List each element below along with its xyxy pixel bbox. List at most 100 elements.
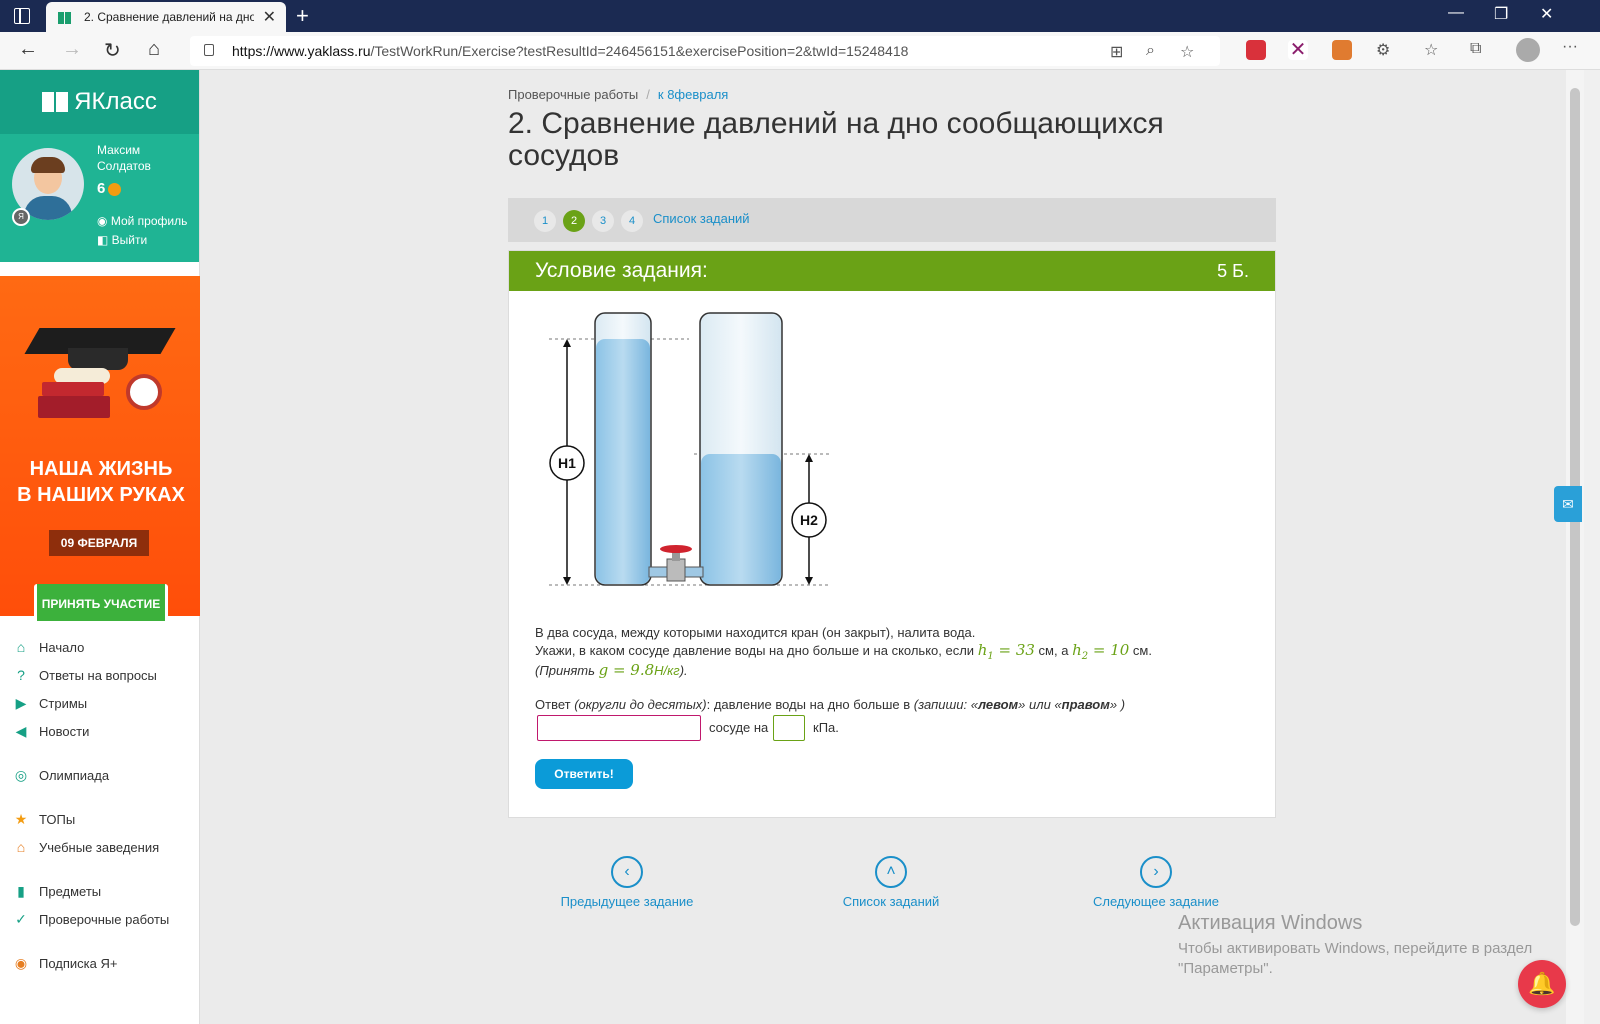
back-icon[interactable]: ← [18,38,38,61]
page-2[interactable]: 2 [563,210,585,232]
answer-prompt: Ответ (округли до десятых): давление вод… [535,697,1126,712]
megaphone-icon: ◀ [15,722,27,739]
breadcrumb-root[interactable]: Проверочные работы [508,87,638,102]
pressure-answer-input[interactable] [773,715,805,741]
sidebar-item-streams[interactable]: ▶ Стримы [12,694,88,712]
refresh-icon[interactable]: ↻ [104,38,121,63]
task-card: Условие задания: 5 Б. H1 H2 В два сосуда… [508,250,1276,818]
feedback-mail-icon[interactable]: ✉ [1554,486,1582,522]
restore-icon[interactable]: ❐ [1494,4,1508,24]
zoom-icon[interactable]: ⌕ [1146,42,1155,60]
chevron-left-icon[interactable]: ‹ [611,856,643,888]
submit-answer-button[interactable]: Ответить! [535,759,633,789]
task-text-line2: Укажи, в каком сосуде давление воды на д… [535,641,1152,662]
profile-avatar-icon[interactable] [1516,38,1540,62]
h2-formula: h2 = 10 [1072,641,1130,662]
adblock-extension-icon[interactable] [1246,40,1266,60]
h1-label: H1 [558,455,576,471]
sidebar-item-subscription[interactable]: ◉ Подписка Я+ [12,954,118,972]
windows-activation-watermark: Активация Windows Чтобы активировать Win… [1178,912,1533,977]
next-task-nav[interactable]: › Следующее задание [1066,856,1246,909]
tab-actions-icon[interactable] [14,8,30,24]
g-extension-icon[interactable] [1332,40,1352,60]
app-available-icon[interactable]: ⊞ [1110,42,1123,62]
breadcrumb-current[interactable]: к 8февраля [658,87,728,102]
address-toolbar: ← → ↻ ⌂ https://www.yaklass.ru/TestWorkR… [0,32,1600,70]
books-icon [38,396,110,418]
sidebar-item-home[interactable]: ⌂ Начало [12,638,85,656]
check-icon: ✓ [15,910,27,927]
book-logo-icon [42,92,69,112]
unit-label: кПа. [813,720,839,735]
user-score: 6 [97,180,122,197]
sidebar-item-answers[interactable]: ? Ответы на вопросы [12,666,157,684]
task-points: 5 Б. [1217,261,1249,281]
user-icon: ◉ [97,214,111,228]
close-tab-icon[interactable]: ✕ [263,7,276,27]
valve-body [666,558,686,582]
vessels-figure: H1 H2 [549,312,829,586]
breadcrumb: Проверочные работы / к 8февраля [508,87,729,102]
sidebar-item-schools[interactable]: ⌂ Учебные заведения [12,838,159,856]
promo-join-button[interactable]: ПРИНЯТЬ УЧАСТИЕ [34,584,168,624]
brand-logo[interactable]: ЯКласс [0,70,199,134]
task-header: Условие задания: 5 Б. [509,251,1275,291]
task-list-link[interactable]: Список заданий [653,211,750,226]
url-text[interactable]: https://www.yaklass.ru/TestWorkRun/Exerc… [232,43,908,59]
new-tab-icon[interactable]: + [296,3,309,29]
logout-icon: ◧ [97,233,112,247]
site-favicon-icon [58,11,72,24]
school-icon: ⌂ [16,839,26,855]
collections-icon[interactable]: ⧉ [1470,40,1481,58]
task-list-nav[interactable]: ˄ Список заданий [801,856,981,909]
score-star-icon [108,182,122,196]
question-icon: ? [17,667,25,683]
close-window-icon[interactable]: ✕ [1540,4,1553,24]
notification-bell-icon[interactable]: 🔔 [1518,960,1566,1008]
more-icon[interactable]: ··· [1562,38,1578,56]
browser-tab[interactable]: 2. Сравнение давлений на дно ✕ [46,2,286,32]
promo-date: 09 ФЕВРАЛЯ [49,530,149,556]
left-water [596,339,650,584]
chevron-right-icon[interactable]: › [1140,856,1172,888]
task-list-bottom-link[interactable]: Список заданий [801,894,981,909]
vessel-answer-input[interactable] [537,715,701,741]
page-4[interactable]: 4 [621,210,643,232]
sidebar-item-olympiad[interactable]: ◎ Олимпиада [12,766,109,784]
sidebar-item-news[interactable]: ◀ Новости [12,722,90,740]
prev-task-link[interactable]: Предыдущее задание [537,894,717,909]
forward-icon[interactable]: → [62,38,82,61]
vessel-label: сосуде на [709,720,769,735]
promo-banner[interactable]: НАША ЖИЗНЬ В НАШИХ РУКАХ 09 ФЕВРАЛЯ ПРИН… [0,276,202,624]
logout-link[interactable]: ◧ Выйти [97,233,147,247]
minimize-icon[interactable]: — [1448,4,1464,22]
user-name[interactable]: Максим Солдатов [97,142,151,174]
next-task-link[interactable]: Следующее задание [1066,894,1246,909]
alarm-clock-icon [126,374,162,410]
star-icon: ★ [14,810,28,827]
tab-title: 2. Сравнение давлений на дно [84,10,254,24]
sidebar-item-tops[interactable]: ★ ТОПы [12,810,75,828]
page-3[interactable]: 3 [592,210,614,232]
favorite-add-icon[interactable]: ☆ [1180,42,1194,62]
browser-tab-bar: 2. Сравнение давлений на дно ✕ + — ❐ ✕ [0,0,1600,32]
prev-task-nav[interactable]: ‹ Предыдущее задание [537,856,717,909]
home-icon[interactable]: ⌂ [148,38,160,61]
my-profile-link[interactable]: ◉ Мой профиль [97,214,187,228]
profile-panel: Я Максим Солдатов 6 ◉ Мой профиль ◧ Выйти [0,134,199,262]
lock-icon[interactable] [204,44,214,56]
promo-headline: НАША ЖИЗНЬ В НАШИХ РУКАХ [17,458,185,506]
g-formula: g = 9.8 [598,661,655,679]
right-water [701,454,781,584]
page-1[interactable]: 1 [534,210,556,232]
page-title: 2. Сравнение давлений на дно сообщающихс… [508,107,1164,172]
sidebar-item-subjects[interactable]: ▮ Предметы [12,882,101,900]
h1-formula: h1 = 33 [977,641,1035,662]
x-extension-icon[interactable]: ✕ [1288,40,1308,60]
sidebar-item-tests[interactable]: ✓ Проверочные работы [12,910,169,928]
extensions-icon[interactable]: ⚙ [1376,40,1390,60]
favorites-icon[interactable]: ☆ [1424,40,1438,60]
chevron-up-icon[interactable]: ˄ [875,856,907,888]
medal-icon: ◎ [14,766,28,783]
url-bar[interactable]: https://www.yaklass.ru/TestWorkRun/Exerc… [190,36,1220,66]
